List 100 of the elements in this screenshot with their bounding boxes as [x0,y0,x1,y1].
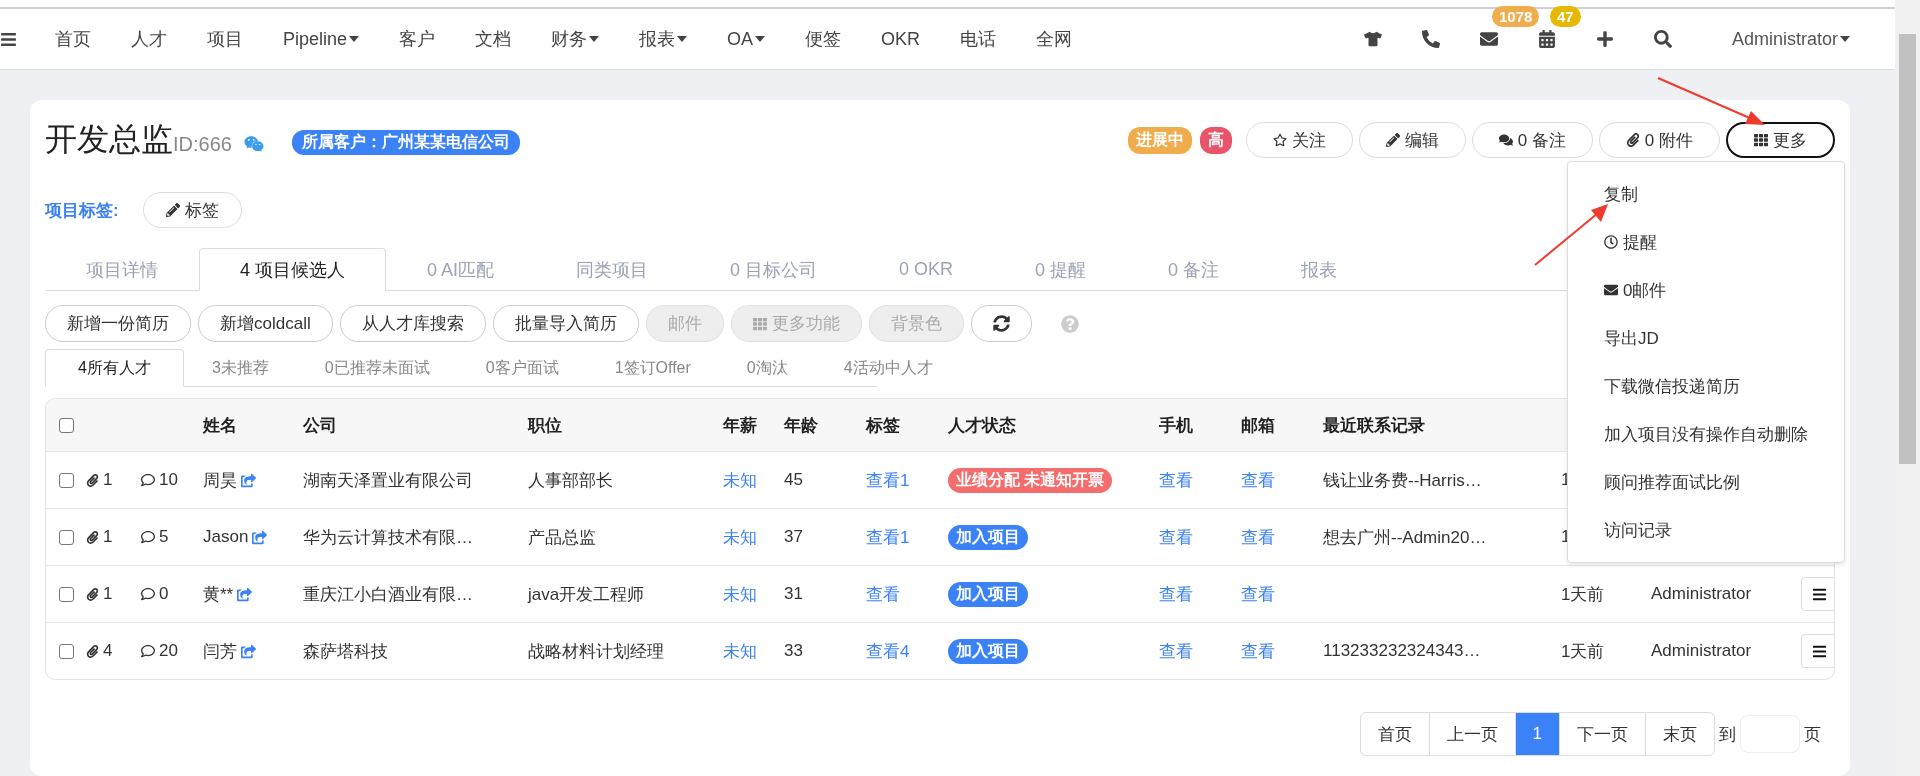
owner-cell-text: Administrator [1651,641,1753,661]
row-checkbox[interactable] [59,472,74,488]
open-link-icon[interactable] [241,643,256,659]
plus-icon[interactable] [1595,30,1614,48]
filter-tab[interactable]: 1签订Offer [586,349,719,387]
phone-link[interactable]: 查看 [1159,470,1193,490]
nav-item[interactable]: 电话 [960,27,997,51]
salary-link[interactable]: 未知 [723,470,757,490]
nav-item[interactable]: Pipeline [283,28,360,50]
filter-tab[interactable]: 0已推荐未面试 [296,349,458,387]
phone-link[interactable]: 查看 [1159,527,1193,547]
tag-link[interactable]: 查看1 [866,470,910,490]
page-button[interactable]: 末页 [1645,712,1715,756]
action-button[interactable]: 编辑 [1358,122,1466,158]
action-button[interactable]: 关注 [1245,122,1353,158]
menu-item[interactable]: 0邮件 [1568,266,1844,314]
nav-item[interactable]: 财务 [551,27,600,51]
toolbar-button[interactable]: 新增coldcall [198,305,333,342]
pencil-icon [1385,133,1400,147]
row-checkbox[interactable] [59,529,74,545]
phone-link[interactable]: 查看 [1159,584,1193,604]
client-badge[interactable]: 所属客户：广州某某电信公司 [291,129,520,155]
filter-tab[interactable]: 4活动中人才 [815,349,961,387]
nav-item[interactable]: OA [727,28,766,50]
nav-item[interactable]: 便签 [805,27,842,51]
project-id: ID:666 [173,132,232,156]
nav-item[interactable]: 首页 [55,27,91,51]
tag-link[interactable]: 查看 [866,584,900,604]
menu-item[interactable]: 复制 [1568,170,1844,218]
tag-link[interactable]: 查看1 [866,527,910,547]
row-checkbox[interactable] [59,643,74,659]
open-link-icon[interactable] [237,586,253,602]
project-title: 开发总监 [45,120,173,159]
wechat-icon[interactable] [243,134,264,154]
candidate-name[interactable]: 周昊 [203,468,237,492]
open-link-icon[interactable] [241,472,256,488]
email-link[interactable]: 查看 [1241,470,1275,490]
menu-icon[interactable] [0,30,17,48]
phone-icon[interactable] [1421,30,1440,48]
row-menu-button[interactable] [1801,634,1834,668]
star-icon [1272,133,1287,147]
filter-tab[interactable]: 0客户面试 [457,349,587,387]
filter-tab[interactable]: 0淘汰 [718,349,816,387]
menu-icon [1811,643,1827,659]
comment-count: 20 [159,641,178,661]
time-cell: 1天前 [1561,584,1605,604]
tab[interactable]: 4 项目候选人 [199,248,386,291]
calendar-icon[interactable] [1537,30,1556,48]
shirt-icon[interactable] [1363,30,1382,48]
menu-item[interactable]: 下载微信投递简历 [1568,362,1844,410]
email-link[interactable]: 查看 [1241,527,1275,547]
page-button[interactable]: 下一页 [1559,712,1646,756]
user-menu[interactable]: Administrator [1731,28,1850,50]
filter-tab[interactable]: 4所有人才 [45,349,184,387]
nav-item[interactable]: 文档 [475,27,512,51]
toolbar-button[interactable]: 新增一份简历 [45,305,191,342]
nav-item[interactable]: 项目 [207,27,243,51]
salary-link[interactable]: 未知 [723,584,757,604]
nav-item[interactable]: 客户 [399,27,436,51]
filter-tab[interactable]: 3未推荐 [183,349,297,387]
menu-item[interactable]: 访问记录 [1568,506,1844,554]
toolbar-button[interactable]: 批量导入简历 [492,305,639,342]
refresh-button[interactable] [970,305,1032,342]
phone-link[interactable]: 查看 [1159,641,1193,661]
page-button[interactable]: 上一页 [1428,712,1516,756]
candidate-name[interactable]: 闫芳 [203,639,237,663]
action-button[interactable]: 0 附件 [1598,122,1720,158]
nav-item[interactable]: OKR [881,28,921,50]
page-button[interactable]: 1 [1514,712,1560,756]
count-badge: 47 [1549,6,1581,27]
page-button[interactable]: 首页 [1359,712,1430,756]
email-link[interactable]: 查看 [1241,641,1275,661]
tag-link[interactable]: 查看4 [866,641,910,661]
nav-item[interactable]: 报表 [639,27,688,51]
mail-icon[interactable] [1479,30,1498,48]
search-icon[interactable] [1653,30,1672,48]
row-checkbox[interactable] [59,586,74,602]
tag-button[interactable]: 标签 [143,192,242,228]
open-link-icon[interactable] [252,529,268,545]
salary-link[interactable]: 未知 [723,641,757,661]
email-link[interactable]: 查看 [1241,584,1275,604]
refresh-icon [992,315,1010,332]
select-all-checkbox[interactable] [59,417,74,433]
menu-item[interactable]: 导出JD [1568,314,1844,362]
menu-item[interactable]: 加入项目没有操作自动删除 [1568,410,1844,458]
nav-item[interactable]: 全网 [1036,27,1073,51]
tags-label: 项目标签: [45,199,120,222]
nav-item[interactable]: 人才 [131,27,167,51]
comment-icon [141,644,155,658]
menu-item[interactable]: 提醒 [1568,218,1844,266]
column-header: 姓名 [203,414,238,437]
row-menu-button[interactable] [1801,577,1834,611]
action-button[interactable]: 更多 [1726,122,1835,158]
candidate-name[interactable]: 黄** [203,582,234,606]
salary-link[interactable]: 未知 [723,527,757,547]
menu-item[interactable]: 顾问推荐面试比例 [1568,458,1844,506]
toolbar-button[interactable]: 从人才库搜索 [339,305,486,342]
action-button[interactable]: 0 备注 [1471,122,1593,158]
caret-icon [755,36,766,42]
candidate-name[interactable]: Jason [203,527,249,547]
